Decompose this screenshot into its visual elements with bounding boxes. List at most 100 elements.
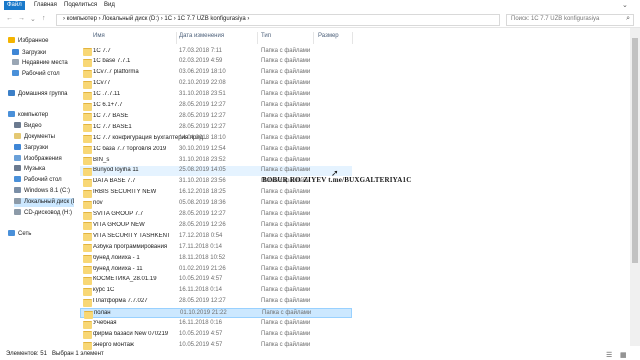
nav-item-label: Рабочий стол <box>24 177 62 183</box>
selection-count: Выбран 1 элемент <box>52 351 104 357</box>
folder-icon <box>83 211 92 220</box>
file-row[interactable]: 1Cv77 02.10.2019 22:08 Папка с файлами <box>80 79 352 89</box>
file-row[interactable]: 1С 7.7 BASE 28.05.2019 12:27 Папка с файла… <box>80 111 352 122</box>
nav-item-label: компьютер <box>18 112 49 118</box>
nav-item-icon <box>14 187 21 194</box>
file-type: Папка с файлами <box>261 276 311 283</box>
file-row[interactable]: курс 1С 16.11.2018 0:14 Папка с файлами <box>80 286 352 296</box>
column-divider[interactable] <box>176 32 177 44</box>
nav-item[interactable]: Видео <box>14 122 42 131</box>
file-row[interactable]: SVITA GROUP 7.7 28.05.2019 12:27 Папка с ф… <box>80 210 352 220</box>
column-name[interactable]: Имя <box>93 33 105 43</box>
column-divider[interactable] <box>352 32 353 44</box>
file-type: Папка с файлами <box>261 298 311 305</box>
folder-icon <box>83 244 92 253</box>
nav-item[interactable]: Загрузки <box>12 49 46 58</box>
nav-item[interactable]: CD-дисковод (H:) <box>14 209 72 218</box>
file-type: Папка с файлами <box>261 123 311 130</box>
nav-item[interactable]: Сеть <box>8 230 31 239</box>
nav-item[interactable]: Локальный диск (D <box>14 198 74 207</box>
nav-item[interactable]: Домашняя группа <box>8 90 68 99</box>
file-row[interactable]: фирма базаси New 070219 10.05.2019 4:57 Па… <box>80 329 352 340</box>
nav-item[interactable]: Музыка <box>14 165 45 174</box>
file-row[interactable]: КОСМЕТИКА_28.01.19 10.05.2019 4:57 Папка с… <box>80 275 352 285</box>
file-date: 31.10.2018 23:51 <box>179 91 226 98</box>
file-date: 10.05.2019 4:57 <box>179 341 223 348</box>
address-bar[interactable]: › компьютер › Локальный диск (D:) › 1C ›… <box>56 14 500 26</box>
search-input[interactable]: Поиск: 1C 7.7 UZB konfigurasiya ⌕ <box>506 14 634 26</box>
nav-item[interactable]: Windows 8.1 (C:) <box>14 187 70 196</box>
forward-icon[interactable]: → <box>18 15 25 22</box>
file-row[interactable]: 1С 7.7 конфигурация Бухгалтерия пред... 1… <box>80 133 352 144</box>
file-row[interactable]: Учебная 16.11.2018 0:16 Папка с файлами <box>80 319 352 329</box>
chevron-down-icon[interactable]: ⌄ <box>30 15 36 23</box>
file-row[interactable]: nov 05.08.2019 18:36 Папка с файлами <box>80 199 352 209</box>
nav-item-label: Музыка <box>24 166 46 172</box>
nav-item[interactable]: компьютер <box>8 111 48 120</box>
nav-item[interactable]: Рабочий стол <box>12 70 60 79</box>
file-row[interactable]: BIN_s 31.10.2018 23:52 Папка с файлами <box>80 155 352 165</box>
column-size[interactable]: Размер <box>318 33 339 43</box>
nav-item-icon <box>8 37 15 44</box>
file-row[interactable]: IRBIS SECURITY NEW 16.12.2018 18:25 Папка … <box>80 188 352 198</box>
file-type: Папка с файлами <box>261 80 311 87</box>
large-icons-view-icon[interactable]: ▦ <box>620 351 627 359</box>
back-icon[interactable]: ← <box>6 15 13 22</box>
file-date: 31.10.2018 23:52 <box>179 156 226 163</box>
file-type: Папка с файлами <box>261 232 311 239</box>
nav-item-icon <box>12 59 19 66</box>
nav-item[interactable]: Документы <box>14 133 55 142</box>
file-type: Папка с файлами <box>261 320 311 326</box>
folder-icon <box>83 167 92 176</box>
breadcrumb[interactable]: › компьютер › Локальный диск (D:) › 1C ›… <box>63 16 249 22</box>
file-row[interactable]: 1С 7.7 17.03.2018 7:11 Папка с файлами <box>80 46 352 56</box>
file-row[interactable]: 1С base 7.7.1 02.03.2019 4:59 Папка с файл… <box>80 57 352 67</box>
file-row[interactable]: VITA SECURITY TASHKENT 17.12.2018 0:54 Пап… <box>80 231 352 242</box>
nav-item-icon <box>14 209 21 216</box>
status-bar: Элементов: 51 Выбран 1 элемент ☰ ▦ <box>0 348 640 360</box>
file-type: Папка с файлами <box>261 69 311 76</box>
file-row[interactable]: 1С 6.1+7.7 28.05.2019 12:27 Папка с файлам… <box>80 101 352 111</box>
file-row[interactable]: полан 01.10.2019 21:22 Папка с файлами <box>80 307 352 319</box>
tab-share[interactable]: Поделиться <box>64 2 97 8</box>
nav-item[interactable]: Рабочий стол <box>14 176 62 185</box>
file-row[interactable]: 1Cv7.7 platforma 03.06.2019 18:10 Папка с … <box>80 68 352 78</box>
nav-item[interactable]: Недавние места <box>12 59 68 68</box>
nav-item-icon <box>14 176 21 183</box>
tab-view[interactable]: Вид <box>104 2 115 8</box>
scrollbar-thumb[interactable] <box>632 38 638 263</box>
file-date: 16.12.2018 18:25 <box>179 189 226 196</box>
file-row[interactable]: Платформа 7.7.027 28.05.2019 12:27 Папка с… <box>80 297 352 307</box>
file-row[interactable]: бунёд лойиха - 1 18.11.2018 10:52 Папка с … <box>80 253 352 264</box>
nav-item[interactable]: Изображения <box>14 155 62 164</box>
nav-item[interactable]: Загрузки <box>14 144 48 153</box>
nav-item-icon <box>8 90 15 97</box>
chevron-down-icon[interactable]: ⌄ <box>622 1 628 9</box>
file-type: Папка с файлами <box>262 310 312 317</box>
file-type: Папка с файлами <box>261 167 311 174</box>
file-row[interactable]: бунёд лойиха - 11 01.02.2019 21:26 Папка с… <box>80 264 352 274</box>
file-date: 28.05.2019 12:27 <box>179 102 226 108</box>
nav-item-icon <box>14 165 21 172</box>
file-row[interactable]: 1С 7.7 BASE1 28.05.2019 12:27 Папка с файл… <box>80 122 352 133</box>
file-row[interactable]: Азбука программирования 17.11.2018 0:14 Па… <box>80 242 352 253</box>
file-row[interactable]: 1С .7.7.11 31.10.2018 23:51 Папка с файлам… <box>80 90 352 100</box>
file-row[interactable]: Bunyod loyiha 11 25.08.2019 14:05 Папка с … <box>80 165 352 176</box>
folder-icon <box>83 124 92 133</box>
tab-home[interactable]: Главная <box>34 2 57 8</box>
up-icon[interactable]: ↑ <box>42 15 46 22</box>
column-divider[interactable] <box>313 32 314 44</box>
nav-item-label: Сеть <box>18 231 32 237</box>
column-type[interactable]: Тип <box>261 33 271 43</box>
file-type: Папка с файлами <box>261 341 311 348</box>
tab-file[interactable]: Файл <box>4 1 25 10</box>
file-row[interactable]: VITA GROUP NEW 28.05.2019 12:26 Папка с фа… <box>80 220 352 231</box>
file-row[interactable]: 1С база 7.7 торговля 2019 30.10.2019 12:5… <box>80 144 352 155</box>
navigation-pane: Избранное Загрузки Недавние места Рабочий с… <box>0 30 74 346</box>
column-divider[interactable] <box>257 32 258 44</box>
folder-icon <box>83 266 92 274</box>
nav-item[interactable]: Избранное <box>8 37 48 46</box>
column-date[interactable]: Дата изменения <box>179 33 224 43</box>
nav-item-label: Рабочий стол <box>22 71 60 77</box>
details-view-icon[interactable]: ☰ <box>606 351 612 359</box>
